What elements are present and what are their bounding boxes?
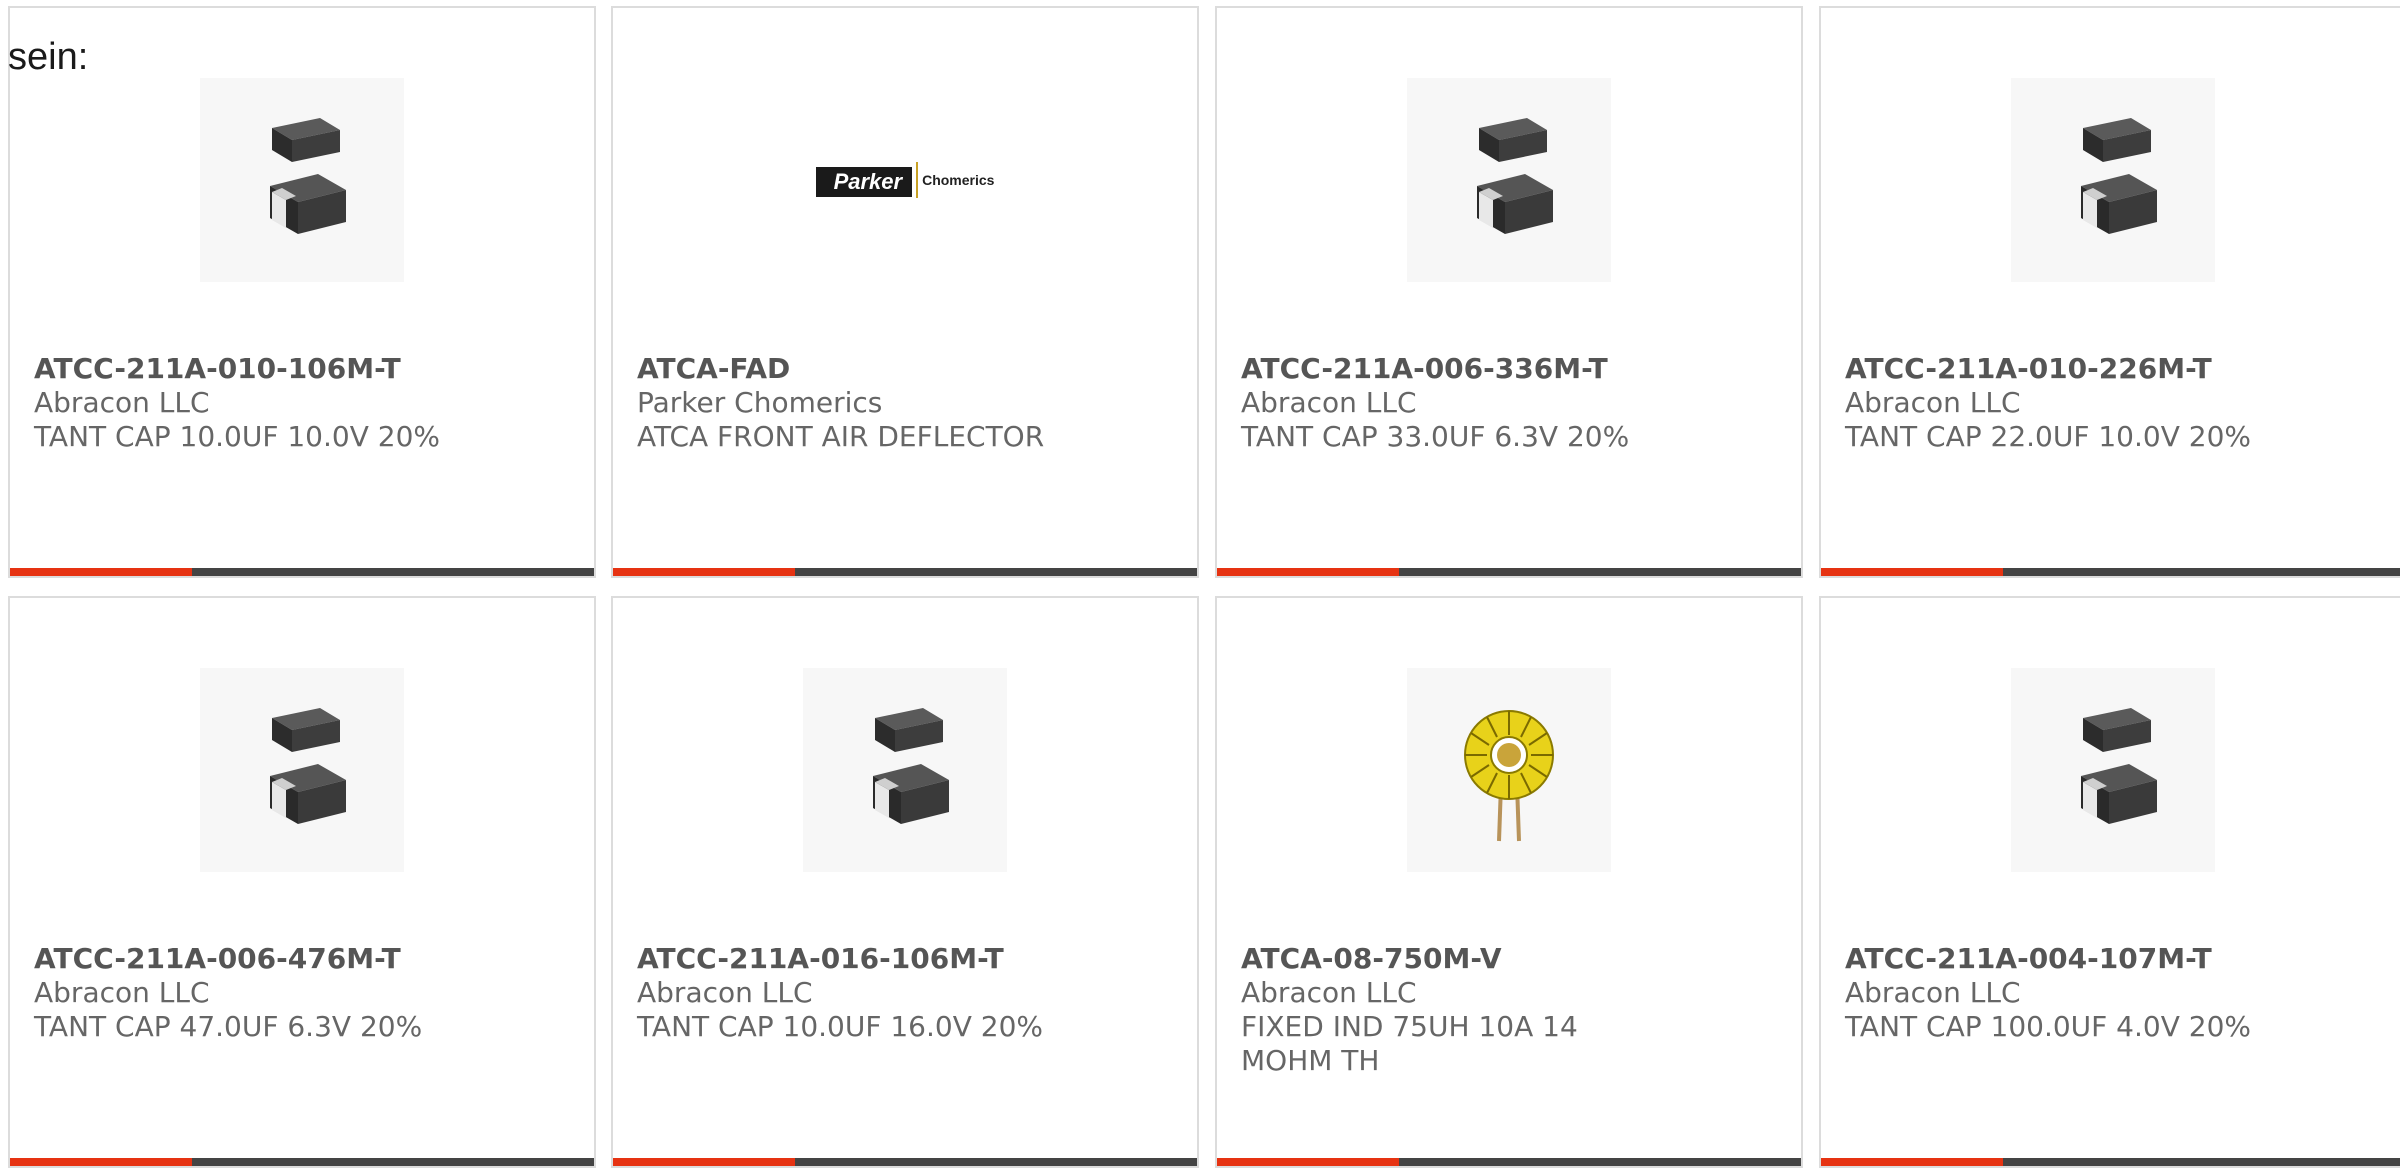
- card-bottom-bar: [613, 1158, 1197, 1166]
- card-accent-bar: [1217, 568, 1399, 576]
- card-accent-bar: [10, 568, 192, 576]
- description-label: TANT CAP 33.0UF 6.3V 20%: [1241, 420, 1630, 453]
- tantalum-capacitor-icon[interactable]: [803, 668, 1007, 872]
- tantalum-capacitor-icon[interactable]: [2011, 78, 2215, 282]
- card-accent-bar: [1821, 1158, 2003, 1166]
- description-label: ATCA FRONT AIR DEFLECTOR: [637, 420, 1045, 453]
- part-number-link[interactable]: ATCC-211A-010-226M-T: [1845, 352, 2381, 386]
- card-bottom-bar: [10, 568, 594, 576]
- product-card[interactable]: ATCC-211A-010-226M-T Abracon LLC TANT CA…: [1819, 6, 2400, 578]
- tantalum-capacitor-icon[interactable]: [2011, 668, 2215, 872]
- card-accent-bar: [10, 1158, 192, 1166]
- product-card[interactable]: ATCC-211A-016-106M-T Abracon LLC TANT CA…: [611, 596, 1199, 1168]
- part-number-link[interactable]: ATCC-211A-004-107M-T: [1845, 942, 2381, 976]
- product-grid: ATCC-211A-010-106M-T Abracon LLC TANT CA…: [0, 0, 2400, 1168]
- manufacturer-label: Abracon LLC: [1241, 386, 1417, 419]
- manufacturer-label: Abracon LLC: [1845, 976, 2021, 1009]
- card-bottom-bar: [1217, 1158, 1801, 1166]
- part-number-link[interactable]: ATCA-08-750M-V: [1241, 942, 1777, 976]
- product-card[interactable]: ATCC-211A-010-106M-T Abracon LLC TANT CA…: [8, 6, 596, 578]
- description-label: TANT CAP 10.0UF 10.0V 20%: [34, 420, 440, 453]
- product-card[interactable]: ATCC-211A-006-336M-T Abracon LLC TANT CA…: [1215, 6, 1803, 578]
- tantalum-capacitor-icon[interactable]: [1407, 78, 1611, 282]
- intro-text: sein:: [8, 36, 89, 78]
- card-accent-bar: [1821, 568, 2003, 576]
- product-card[interactable]: ATCA-08-750M-V Abracon LLC FIXED IND 75U…: [1215, 596, 1803, 1168]
- product-card[interactable]: ATCC-211A-004-107M-T Abracon LLC TANT CA…: [1819, 596, 2400, 1168]
- description-label: TANT CAP 10.0UF 16.0V 20%: [637, 1010, 1043, 1043]
- toroid-inductor-icon[interactable]: [1407, 668, 1611, 872]
- card-accent-bar: [613, 568, 795, 576]
- part-number-link[interactable]: ATCC-211A-016-106M-T: [637, 942, 1173, 976]
- manufacturer-label: Abracon LLC: [637, 976, 813, 1009]
- parker-chomerics-logo[interactable]: Parker Chomerics: [803, 78, 1007, 282]
- product-card[interactable]: ATCC-211A-006-476M-T Abracon LLC TANT CA…: [8, 596, 596, 1168]
- part-number-link[interactable]: ATCC-211A-006-476M-T: [34, 942, 570, 976]
- description-label: FIXED IND 75UH 10A 14 MOHM TH: [1241, 1010, 1578, 1077]
- card-bottom-bar: [1821, 1158, 2400, 1166]
- card-accent-bar: [1217, 1158, 1399, 1166]
- description-label: TANT CAP 47.0UF 6.3V 20%: [34, 1010, 423, 1043]
- part-number-link[interactable]: ATCC-211A-010-106M-T: [34, 352, 570, 386]
- logo-subtext: Chomerics: [922, 172, 995, 188]
- tantalum-capacitor-icon[interactable]: [200, 78, 404, 282]
- card-bottom-bar: [1217, 568, 1801, 576]
- logo-word: Parker: [833, 168, 903, 194]
- description-label: TANT CAP 22.0UF 10.0V 20%: [1845, 420, 2251, 453]
- tantalum-capacitor-icon[interactable]: [200, 668, 404, 872]
- part-number-link[interactable]: ATCC-211A-006-336M-T: [1241, 352, 1777, 386]
- manufacturer-label: Abracon LLC: [1241, 976, 1417, 1009]
- card-bottom-bar: [10, 1158, 594, 1166]
- manufacturer-label: Abracon LLC: [34, 386, 210, 419]
- description-label: TANT CAP 100.0UF 4.0V 20%: [1845, 1010, 2251, 1043]
- product-card[interactable]: Parker Chomerics ATCA-FAD Parker Chomeri…: [611, 6, 1199, 578]
- card-bottom-bar: [1821, 568, 2400, 576]
- manufacturer-label: Parker Chomerics: [637, 386, 883, 419]
- card-bottom-bar: [613, 568, 1197, 576]
- card-accent-bar: [613, 1158, 795, 1166]
- part-number-link[interactable]: ATCA-FAD: [637, 352, 1173, 386]
- manufacturer-label: Abracon LLC: [1845, 386, 2021, 419]
- manufacturer-label: Abracon LLC: [34, 976, 210, 1009]
- parker-wordmark: Parker: [815, 163, 913, 197]
